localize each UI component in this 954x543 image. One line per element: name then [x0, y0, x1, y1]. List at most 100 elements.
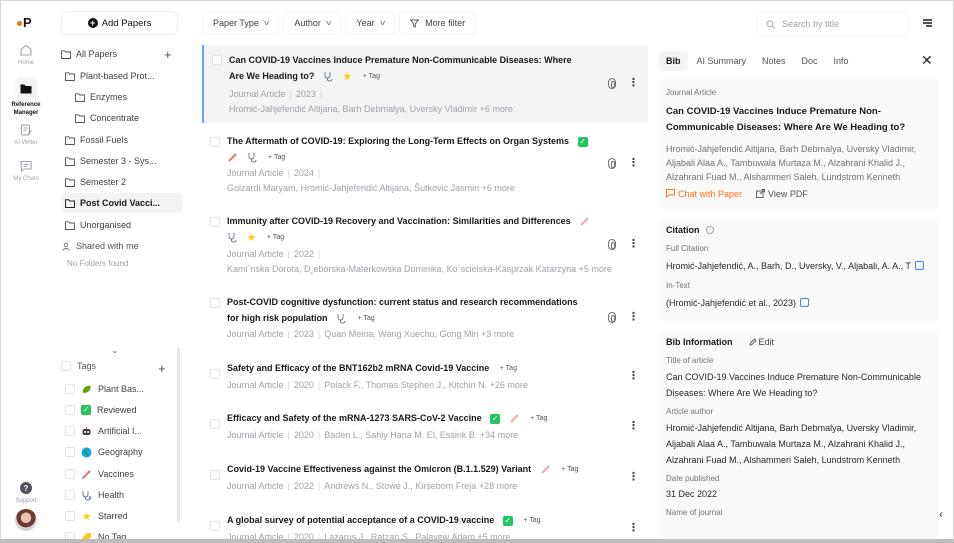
support-button[interactable]: ? Support: [1, 481, 51, 505]
add-tag-button[interactable]: + Tag: [500, 361, 517, 377]
tag-item[interactable]: Plant Bas...: [65, 381, 144, 397]
attachment-icon[interactable]: [608, 239, 616, 250]
author-filter[interactable]: Author v: [283, 11, 342, 35]
row-checkbox[interactable]: [210, 470, 220, 480]
add-tag-button[interactable]: + Tag: [530, 411, 547, 427]
rail-item-ai-writer[interactable]: AI Writer: [1, 123, 51, 147]
rail-item-reference-manager[interactable]: Reference Manager: [1, 77, 51, 117]
tag-checkbox[interactable]: [65, 490, 75, 500]
tab-doc[interactable]: Doc: [795, 51, 825, 71]
paper-row[interactable]: Efficacy and Safety of the mRNA-1273 SAR…: [202, 409, 648, 449]
tag-item[interactable]: Geography: [65, 444, 143, 460]
copy-icon[interactable]: [914, 261, 924, 270]
attachment-icon[interactable]: [608, 78, 616, 89]
tag-checkbox[interactable]: [65, 384, 75, 394]
chevron-left-icon[interactable]: ‹: [939, 507, 943, 521]
row-checkbox[interactable]: [210, 137, 220, 147]
paper-title[interactable]: Efficacy and Safety of the mRNA-1273 SAR…: [227, 410, 607, 427]
tag-item[interactable]: Vaccines: [65, 466, 134, 482]
paper-row[interactable]: Safety and Efficacy of the BNT162b2 mRNA…: [202, 359, 648, 399]
add-papers-button[interactable]: + Add Papers: [61, 11, 178, 35]
paper-row-selected[interactable]: Can COVID-19 Vaccines Induce Premature N…: [202, 45, 648, 123]
folder-item[interactable]: Plant-based Prot...: [65, 67, 178, 85]
attachment-icon[interactable]: [608, 312, 616, 323]
paper-title[interactable]: Immunity after COVID-19 Recovery and Vac…: [227, 213, 607, 246]
attachment-icon[interactable]: [608, 158, 616, 169]
add-tag-button[interactable]: + Tag: [363, 69, 380, 85]
row-checkbox[interactable]: [210, 369, 220, 379]
more-options-icon[interactable]: ⋮: [628, 312, 639, 323]
folder-item[interactable]: Concentrate: [75, 109, 139, 127]
add-tag-button[interactable]: + Tag: [267, 230, 284, 246]
paper-title[interactable]: Post-COVID cognitive dysfunction: curren…: [227, 294, 587, 327]
rail-item-home[interactable]: Home: [1, 43, 51, 67]
tag-checkbox[interactable]: [65, 426, 75, 436]
app-logo[interactable]: P: [17, 15, 32, 30]
shared-with-me[interactable]: Shared with me: [61, 237, 139, 255]
close-icon[interactable]: ✕: [921, 52, 933, 69]
folder-item[interactable]: Unorganised: [65, 216, 131, 234]
add-tag-button[interactable]: +: [158, 361, 166, 376]
add-tag-button[interactable]: + Tag: [523, 513, 540, 529]
tag-checkbox[interactable]: [65, 511, 75, 521]
more-options-icon[interactable]: ⋮: [628, 158, 639, 169]
tag-checkbox[interactable]: [65, 469, 75, 479]
row-checkbox[interactable]: [210, 217, 220, 227]
paper-row[interactable]: Post-COVID cognitive dysfunction: curren…: [202, 288, 648, 346]
paper-row[interactable]: Immunity after COVID-19 Recovery and Vac…: [202, 207, 648, 279]
chevron-down-icon[interactable]: ⌄: [111, 345, 119, 356]
year-filter[interactable]: Year v: [345, 11, 396, 35]
folder-item[interactable]: Enzymes: [75, 88, 127, 106]
folder-item[interactable]: Semester 2: [65, 173, 126, 191]
add-folder-button[interactable]: +: [164, 47, 172, 62]
rail-item-my-chats[interactable]: My Chats: [1, 159, 51, 183]
folder-item[interactable]: Semester 3 - Sys...: [65, 152, 157, 170]
tag-item[interactable]: Health: [65, 487, 124, 503]
sidebar-scrollbar[interactable]: [177, 347, 180, 522]
paper-title[interactable]: Covid-19 Vaccine Effectiveness against t…: [227, 461, 607, 478]
add-tag-button[interactable]: + Tag: [268, 150, 285, 166]
row-checkbox[interactable]: [212, 55, 222, 65]
tag-item[interactable]: ★ Starred: [65, 508, 128, 524]
user-avatar[interactable]: [15, 509, 37, 531]
tab-notes[interactable]: Notes: [755, 51, 793, 71]
tag-item[interactable]: Artificial I...: [65, 423, 142, 439]
more-options-icon[interactable]: ⋮: [628, 78, 639, 89]
more-options-icon[interactable]: ⋮: [628, 421, 639, 432]
row-checkbox[interactable]: [210, 521, 220, 531]
tags-select-all-checkbox[interactable]: [61, 361, 71, 371]
folder-all-papers[interactable]: All Papers: [61, 45, 117, 63]
tag-item[interactable]: ✓ Reviewed: [65, 402, 137, 418]
folder-item-selected[interactable]: Post Covid Vacci...: [61, 193, 183, 213]
more-options-icon[interactable]: ⋮: [628, 472, 639, 483]
tab-info[interactable]: Info: [827, 51, 856, 71]
tag-checkbox[interactable]: [65, 405, 75, 415]
paper-type-filter[interactable]: Paper Type v: [202, 11, 280, 35]
more-options-icon[interactable]: ⋮: [628, 523, 639, 534]
paper-title[interactable]: The Aftermath of COVID-19: Exploring the…: [227, 133, 607, 166]
row-checkbox[interactable]: [210, 298, 220, 308]
add-tag-button[interactable]: + Tag: [358, 311, 375, 327]
paper-title[interactable]: Safety and Efficacy of the BNT162b2 mRNA…: [227, 360, 607, 377]
more-filter-button[interactable]: More filter: [399, 11, 477, 35]
add-tag-button[interactable]: + Tag: [561, 462, 578, 478]
tag-checkbox[interactable]: [65, 447, 75, 457]
row-checkbox[interactable]: [210, 419, 220, 429]
list-view-icon[interactable]: [923, 19, 932, 27]
edit-button[interactable]: Edit: [748, 337, 774, 347]
paper-row[interactable]: Covid-19 Vaccine Effectiveness against t…: [202, 460, 648, 500]
more-options-icon[interactable]: ⋮: [628, 239, 639, 250]
copy-icon[interactable]: [800, 298, 810, 307]
folder-item[interactable]: Fossil Fuels: [65, 131, 128, 149]
paper-row[interactable]: The Aftermath of COVID-19: Exploring the…: [202, 127, 648, 199]
view-pdf-link[interactable]: View PDF: [756, 189, 808, 199]
chat-with-paper-link[interactable]: Chat with Paper: [666, 189, 742, 199]
paper-title[interactable]: A global survey of potential acceptance …: [227, 512, 607, 529]
search-input[interactable]: Search by title: [757, 11, 909, 37]
paper-row[interactable]: A global survey of potential acceptance …: [202, 511, 648, 539]
paper-title[interactable]: Can COVID-19 Vaccines Induce Premature N…: [229, 52, 584, 85]
tab-bib[interactable]: Bib: [659, 51, 688, 71]
tab-ai-summary[interactable]: AI Summary: [690, 51, 754, 71]
more-options-icon[interactable]: ⋮: [628, 371, 639, 382]
info-icon[interactable]: [705, 226, 714, 234]
